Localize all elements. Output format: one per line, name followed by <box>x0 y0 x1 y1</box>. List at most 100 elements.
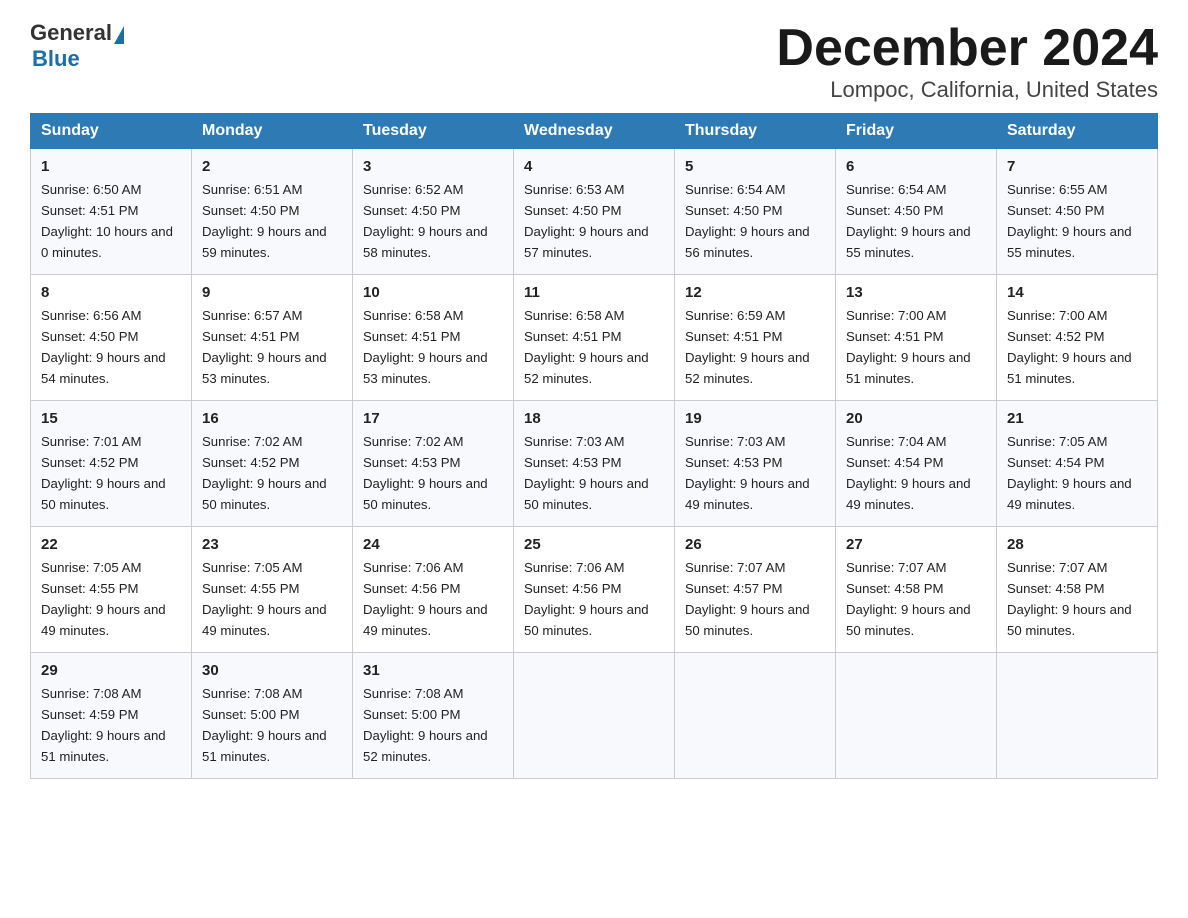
calendar-cell: 24 Sunrise: 7:06 AMSunset: 4:56 PMDaylig… <box>353 527 514 653</box>
day-number: 31 <box>363 659 503 682</box>
day-number: 30 <box>202 659 342 682</box>
week-row-4: 22 Sunrise: 7:05 AMSunset: 4:55 PMDaylig… <box>31 527 1158 653</box>
calendar-cell: 29 Sunrise: 7:08 AMSunset: 4:59 PMDaylig… <box>31 652 192 778</box>
header-tuesday: Tuesday <box>353 114 514 149</box>
calendar-cell: 21 Sunrise: 7:05 AMSunset: 4:54 PMDaylig… <box>997 401 1158 527</box>
week-row-2: 8 Sunrise: 6:56 AMSunset: 4:50 PMDayligh… <box>31 275 1158 401</box>
cell-detail: Sunrise: 7:06 AMSunset: 4:56 PMDaylight:… <box>363 560 488 638</box>
calendar-cell: 8 Sunrise: 6:56 AMSunset: 4:50 PMDayligh… <box>31 275 192 401</box>
day-number: 21 <box>1007 407 1147 430</box>
day-number: 13 <box>846 281 986 304</box>
day-number: 11 <box>524 281 664 304</box>
cell-detail: Sunrise: 7:06 AMSunset: 4:56 PMDaylight:… <box>524 560 649 638</box>
day-number: 1 <box>41 155 181 178</box>
calendar-cell: 25 Sunrise: 7:06 AMSunset: 4:56 PMDaylig… <box>514 527 675 653</box>
calendar-cell: 12 Sunrise: 6:59 AMSunset: 4:51 PMDaylig… <box>675 275 836 401</box>
logo-general-text: General <box>30 20 112 46</box>
cell-detail: Sunrise: 6:50 AMSunset: 4:51 PMDaylight:… <box>41 182 173 260</box>
cell-detail: Sunrise: 6:54 AMSunset: 4:50 PMDaylight:… <box>685 182 810 260</box>
calendar-table: SundayMondayTuesdayWednesdayThursdayFrid… <box>30 113 1158 779</box>
calendar-cell: 15 Sunrise: 7:01 AMSunset: 4:52 PMDaylig… <box>31 401 192 527</box>
day-number: 17 <box>363 407 503 430</box>
calendar-cell: 10 Sunrise: 6:58 AMSunset: 4:51 PMDaylig… <box>353 275 514 401</box>
header-friday: Friday <box>836 114 997 149</box>
cell-detail: Sunrise: 6:52 AMSunset: 4:50 PMDaylight:… <box>363 182 488 260</box>
calendar-cell: 2 Sunrise: 6:51 AMSunset: 4:50 PMDayligh… <box>192 149 353 275</box>
day-number: 25 <box>524 533 664 556</box>
cell-detail: Sunrise: 6:51 AMSunset: 4:50 PMDaylight:… <box>202 182 327 260</box>
cell-detail: Sunrise: 6:58 AMSunset: 4:51 PMDaylight:… <box>524 308 649 386</box>
calendar-cell: 19 Sunrise: 7:03 AMSunset: 4:53 PMDaylig… <box>675 401 836 527</box>
cell-detail: Sunrise: 7:00 AMSunset: 4:51 PMDaylight:… <box>846 308 971 386</box>
day-number: 2 <box>202 155 342 178</box>
day-number: 3 <box>363 155 503 178</box>
calendar-cell: 16 Sunrise: 7:02 AMSunset: 4:52 PMDaylig… <box>192 401 353 527</box>
cell-detail: Sunrise: 7:04 AMSunset: 4:54 PMDaylight:… <box>846 434 971 512</box>
day-number: 8 <box>41 281 181 304</box>
header-saturday: Saturday <box>997 114 1158 149</box>
day-number: 14 <box>1007 281 1147 304</box>
day-number: 28 <box>1007 533 1147 556</box>
header-wednesday: Wednesday <box>514 114 675 149</box>
day-number: 22 <box>41 533 181 556</box>
calendar-cell <box>514 652 675 778</box>
cell-detail: Sunrise: 7:00 AMSunset: 4:52 PMDaylight:… <box>1007 308 1132 386</box>
calendar-cell <box>836 652 997 778</box>
cell-detail: Sunrise: 6:53 AMSunset: 4:50 PMDaylight:… <box>524 182 649 260</box>
week-row-1: 1 Sunrise: 6:50 AMSunset: 4:51 PMDayligh… <box>31 149 1158 275</box>
calendar-cell: 26 Sunrise: 7:07 AMSunset: 4:57 PMDaylig… <box>675 527 836 653</box>
logo-blue-text: Blue <box>32 46 80 72</box>
logo-triangle-icon <box>114 26 124 44</box>
cell-detail: Sunrise: 7:02 AMSunset: 4:52 PMDaylight:… <box>202 434 327 512</box>
cell-detail: Sunrise: 7:07 AMSunset: 4:58 PMDaylight:… <box>1007 560 1132 638</box>
day-number: 7 <box>1007 155 1147 178</box>
calendar-cell: 3 Sunrise: 6:52 AMSunset: 4:50 PMDayligh… <box>353 149 514 275</box>
cell-detail: Sunrise: 6:59 AMSunset: 4:51 PMDaylight:… <box>685 308 810 386</box>
cell-detail: Sunrise: 6:56 AMSunset: 4:50 PMDaylight:… <box>41 308 166 386</box>
cell-detail: Sunrise: 7:05 AMSunset: 4:55 PMDaylight:… <box>202 560 327 638</box>
day-number: 9 <box>202 281 342 304</box>
calendar-cell: 9 Sunrise: 6:57 AMSunset: 4:51 PMDayligh… <box>192 275 353 401</box>
cell-detail: Sunrise: 7:07 AMSunset: 4:57 PMDaylight:… <box>685 560 810 638</box>
calendar-cell: 20 Sunrise: 7:04 AMSunset: 4:54 PMDaylig… <box>836 401 997 527</box>
header-thursday: Thursday <box>675 114 836 149</box>
calendar-cell: 6 Sunrise: 6:54 AMSunset: 4:50 PMDayligh… <box>836 149 997 275</box>
calendar-cell: 4 Sunrise: 6:53 AMSunset: 4:50 PMDayligh… <box>514 149 675 275</box>
cell-detail: Sunrise: 7:07 AMSunset: 4:58 PMDaylight:… <box>846 560 971 638</box>
cell-detail: Sunrise: 6:57 AMSunset: 4:51 PMDaylight:… <box>202 308 327 386</box>
calendar-cell: 14 Sunrise: 7:00 AMSunset: 4:52 PMDaylig… <box>997 275 1158 401</box>
day-number: 18 <box>524 407 664 430</box>
calendar-cell: 23 Sunrise: 7:05 AMSunset: 4:55 PMDaylig… <box>192 527 353 653</box>
day-number: 29 <box>41 659 181 682</box>
cell-detail: Sunrise: 7:05 AMSunset: 4:55 PMDaylight:… <box>41 560 166 638</box>
title-block: December 2024 Lompoc, California, United… <box>776 20 1158 103</box>
calendar-cell: 1 Sunrise: 6:50 AMSunset: 4:51 PMDayligh… <box>31 149 192 275</box>
week-row-5: 29 Sunrise: 7:08 AMSunset: 4:59 PMDaylig… <box>31 652 1158 778</box>
calendar-cell: 11 Sunrise: 6:58 AMSunset: 4:51 PMDaylig… <box>514 275 675 401</box>
cell-detail: Sunrise: 7:03 AMSunset: 4:53 PMDaylight:… <box>685 434 810 512</box>
week-row-3: 15 Sunrise: 7:01 AMSunset: 4:52 PMDaylig… <box>31 401 1158 527</box>
day-number: 6 <box>846 155 986 178</box>
day-number: 20 <box>846 407 986 430</box>
calendar-cell: 18 Sunrise: 7:03 AMSunset: 4:53 PMDaylig… <box>514 401 675 527</box>
calendar-cell: 27 Sunrise: 7:07 AMSunset: 4:58 PMDaylig… <box>836 527 997 653</box>
cell-detail: Sunrise: 7:02 AMSunset: 4:53 PMDaylight:… <box>363 434 488 512</box>
calendar-cell: 22 Sunrise: 7:05 AMSunset: 4:55 PMDaylig… <box>31 527 192 653</box>
cell-detail: Sunrise: 7:08 AMSunset: 4:59 PMDaylight:… <box>41 686 166 764</box>
cell-detail: Sunrise: 7:01 AMSunset: 4:52 PMDaylight:… <box>41 434 166 512</box>
day-number: 19 <box>685 407 825 430</box>
cell-detail: Sunrise: 6:55 AMSunset: 4:50 PMDaylight:… <box>1007 182 1132 260</box>
calendar-cell <box>997 652 1158 778</box>
cell-detail: Sunrise: 7:05 AMSunset: 4:54 PMDaylight:… <box>1007 434 1132 512</box>
day-number: 26 <box>685 533 825 556</box>
day-number: 24 <box>363 533 503 556</box>
calendar-cell: 5 Sunrise: 6:54 AMSunset: 4:50 PMDayligh… <box>675 149 836 275</box>
cell-detail: Sunrise: 6:54 AMSunset: 4:50 PMDaylight:… <box>846 182 971 260</box>
day-number: 4 <box>524 155 664 178</box>
header-monday: Monday <box>192 114 353 149</box>
header-sunday: Sunday <box>31 114 192 149</box>
calendar-cell <box>675 652 836 778</box>
calendar-cell: 17 Sunrise: 7:02 AMSunset: 4:53 PMDaylig… <box>353 401 514 527</box>
calendar-header-row: SundayMondayTuesdayWednesdayThursdayFrid… <box>31 114 1158 149</box>
cell-detail: Sunrise: 7:08 AMSunset: 5:00 PMDaylight:… <box>363 686 488 764</box>
